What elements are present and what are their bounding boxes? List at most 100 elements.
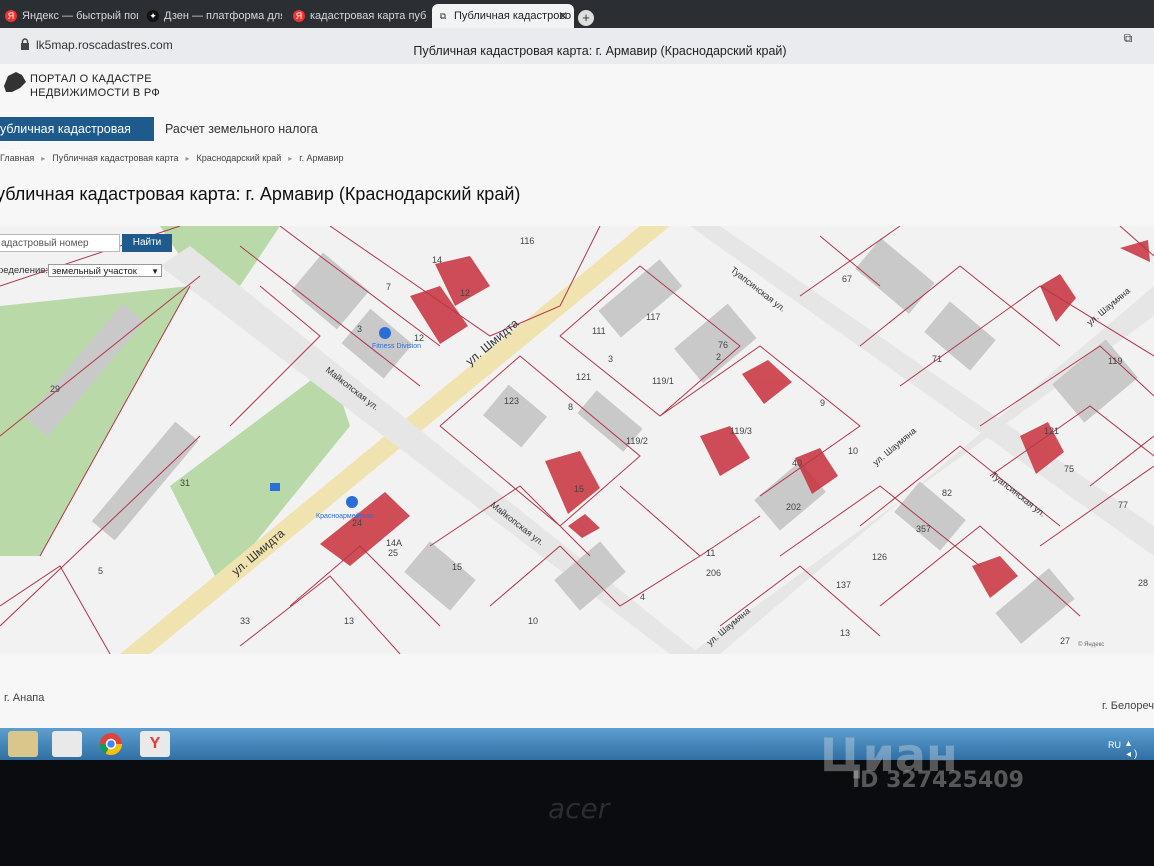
page-title: убличная кадастровая карта: г. Армавир (… (0, 184, 521, 204)
yandex-icon: Я (5, 10, 17, 22)
house-number: 119 (1108, 356, 1122, 366)
tab-title: кадастровая карта публи (310, 10, 426, 22)
tray-icons[interactable]: ▴ ◂) (1126, 738, 1154, 760)
house-number: 2 (716, 352, 721, 362)
media-player-icon[interactable] (52, 731, 82, 757)
portal-line2: НЕДВИЖИМОСТИ В РФ (30, 87, 161, 99)
house-number: 12 (460, 288, 470, 298)
house-number: 119/1 (652, 376, 674, 386)
house-number: 71 (932, 354, 942, 364)
house-number: 10 (848, 446, 858, 456)
tab-title: Яндекс — быстрый поис (22, 10, 138, 22)
new-tab-button[interactable]: + (578, 10, 594, 26)
map-canvas[interactable]: ул. Шмидта ул. Шмидта Майкопская ул. Май… (0, 226, 1154, 654)
definition-select[interactable]: земельный участок ▼ (48, 264, 162, 277)
house-number: 4 (640, 592, 645, 602)
browser-tab-bar: Я Яндекс — быстрый поис ✦ Дзен — платфор… (0, 0, 1154, 28)
file-explorer-icon[interactable] (8, 731, 38, 757)
house-number: 75 (1064, 464, 1074, 474)
fitness-icon (379, 327, 391, 339)
house-number: 12 (414, 333, 424, 343)
house-number: 40 (792, 458, 802, 468)
chrome-icon[interactable] (96, 731, 126, 757)
tab-public-cadastral-map[interactable]: ⧉ Публичная кадастрово ✕ (432, 4, 574, 28)
tab-cadastral-search[interactable]: Я кадастровая карта публи (288, 4, 426, 28)
house-number: 11 (706, 548, 715, 558)
chevron-down-icon: ▼ (151, 267, 159, 276)
house-number: 77 (1118, 500, 1128, 510)
definition-label: ределение: (0, 265, 49, 276)
taskbar (0, 728, 1154, 760)
house-number: 7 (386, 282, 391, 292)
cadastral-number-search-input[interactable]: адастровый номер (0, 234, 120, 252)
breadcrumb-item[interactable]: Публичная кадастровая карта (52, 153, 178, 163)
restore-window-icon[interactable]: ⧉ (1118, 28, 1138, 48)
tab-zen[interactable]: ✦ Дзен — платформа для (142, 4, 282, 28)
cadastral-map[interactable]: ул. Шмидта ул. Шмидта Майкопская ул. Май… (0, 226, 1154, 654)
map-icon: ⧉ (439, 11, 447, 21)
house-number: 121 (1044, 426, 1059, 436)
house-number: 29 (50, 384, 60, 394)
breadcrumb-item[interactable]: Краснодарский край (197, 153, 282, 163)
breadcrumb-separator-icon: ▸ (185, 154, 190, 163)
house-number: 206 (706, 568, 721, 578)
house-number: 117 (646, 312, 660, 322)
house-number: 116 (520, 236, 534, 246)
house-number: 126 (872, 552, 887, 562)
house-number: 119/3 (730, 426, 752, 436)
map-copyright: © Яндекс (1078, 642, 1105, 648)
language-indicator[interactable]: RU (1108, 740, 1121, 750)
url-field[interactable]: lk5map.roscadastres.com (36, 34, 206, 56)
house-number: 119/2 (626, 436, 648, 446)
house-number: 31 (180, 478, 190, 488)
brand-logo: acer (548, 792, 610, 825)
house-number: 14А (386, 538, 402, 548)
yandex-search-icon: Я (293, 10, 305, 22)
breadcrumb: Главная ▸ Публичная кадастровая карта ▸ Крас… (0, 150, 343, 167)
footer-city-right[interactable]: г. Белореч (1102, 700, 1154, 712)
house-number: 33 (240, 616, 250, 626)
definition-select-value: земельный участок (52, 266, 137, 277)
lock-icon (21, 38, 29, 50)
house-number: 3 (357, 324, 362, 334)
house-number: 111 (592, 326, 606, 336)
bus-stop-icon[interactable] (270, 483, 280, 491)
tab-title: Публичная кадастрово (454, 10, 572, 22)
breadcrumb-item[interactable]: Главная (0, 153, 34, 163)
house-number: 15 (452, 562, 462, 572)
tab-yandex[interactable]: Я Яндекс — быстрый поис (0, 4, 138, 28)
house-number: 121 (576, 372, 591, 382)
find-button[interactable]: Найти (122, 234, 172, 252)
tab-title: Дзен — платформа для (164, 10, 282, 22)
breadcrumb-separator-icon: ▸ (288, 154, 293, 163)
nav-land-tax-calculation[interactable]: Расчет земельного налога (165, 117, 318, 141)
house-number: 357 (916, 524, 931, 534)
yandex-browser-icon[interactable]: Y (140, 731, 170, 757)
house-number: 82 (942, 488, 952, 498)
house-number: 14 (432, 255, 442, 265)
breadcrumb-item: г. Армавир (299, 153, 344, 163)
nav-public-cadastral-map[interactable]: убличная кадастровая карта (0, 117, 154, 160)
footer-city-left[interactable]: г. Анапа (4, 692, 44, 704)
russia-map-logo-icon (4, 72, 26, 92)
house-number: 13 (840, 628, 850, 638)
close-tab-icon[interactable]: ✕ (558, 4, 568, 28)
house-number: 3 (608, 354, 613, 364)
poi-marker-icon (346, 496, 358, 508)
house-number: 123 (504, 396, 519, 406)
window-title: Публичная кадастровая карта: г. Армавир … (413, 44, 787, 58)
watermark-id: ID 327425409 (852, 768, 1024, 793)
poi-label: Красноармейская (316, 512, 374, 520)
house-number: 76 (718, 340, 728, 350)
house-number: 9 (820, 398, 825, 408)
poi-label: Fitness Division (372, 343, 421, 350)
house-number: 10 (528, 616, 538, 626)
zen-icon: ✦ (147, 10, 159, 22)
house-number: 28 (1138, 578, 1148, 588)
house-number: 15 (574, 484, 584, 494)
portal-logo-text[interactable]: ПОРТАЛ О КАДАСТРЕ НЕДВИЖИМОСТИ В РФ (30, 72, 160, 100)
portal-line1: ПОРТАЛ О КАДАСТРЕ (30, 73, 152, 85)
house-number: 27 (1060, 636, 1070, 646)
house-number: 24 (352, 518, 362, 528)
breadcrumb-separator-icon: ▸ (41, 154, 46, 163)
